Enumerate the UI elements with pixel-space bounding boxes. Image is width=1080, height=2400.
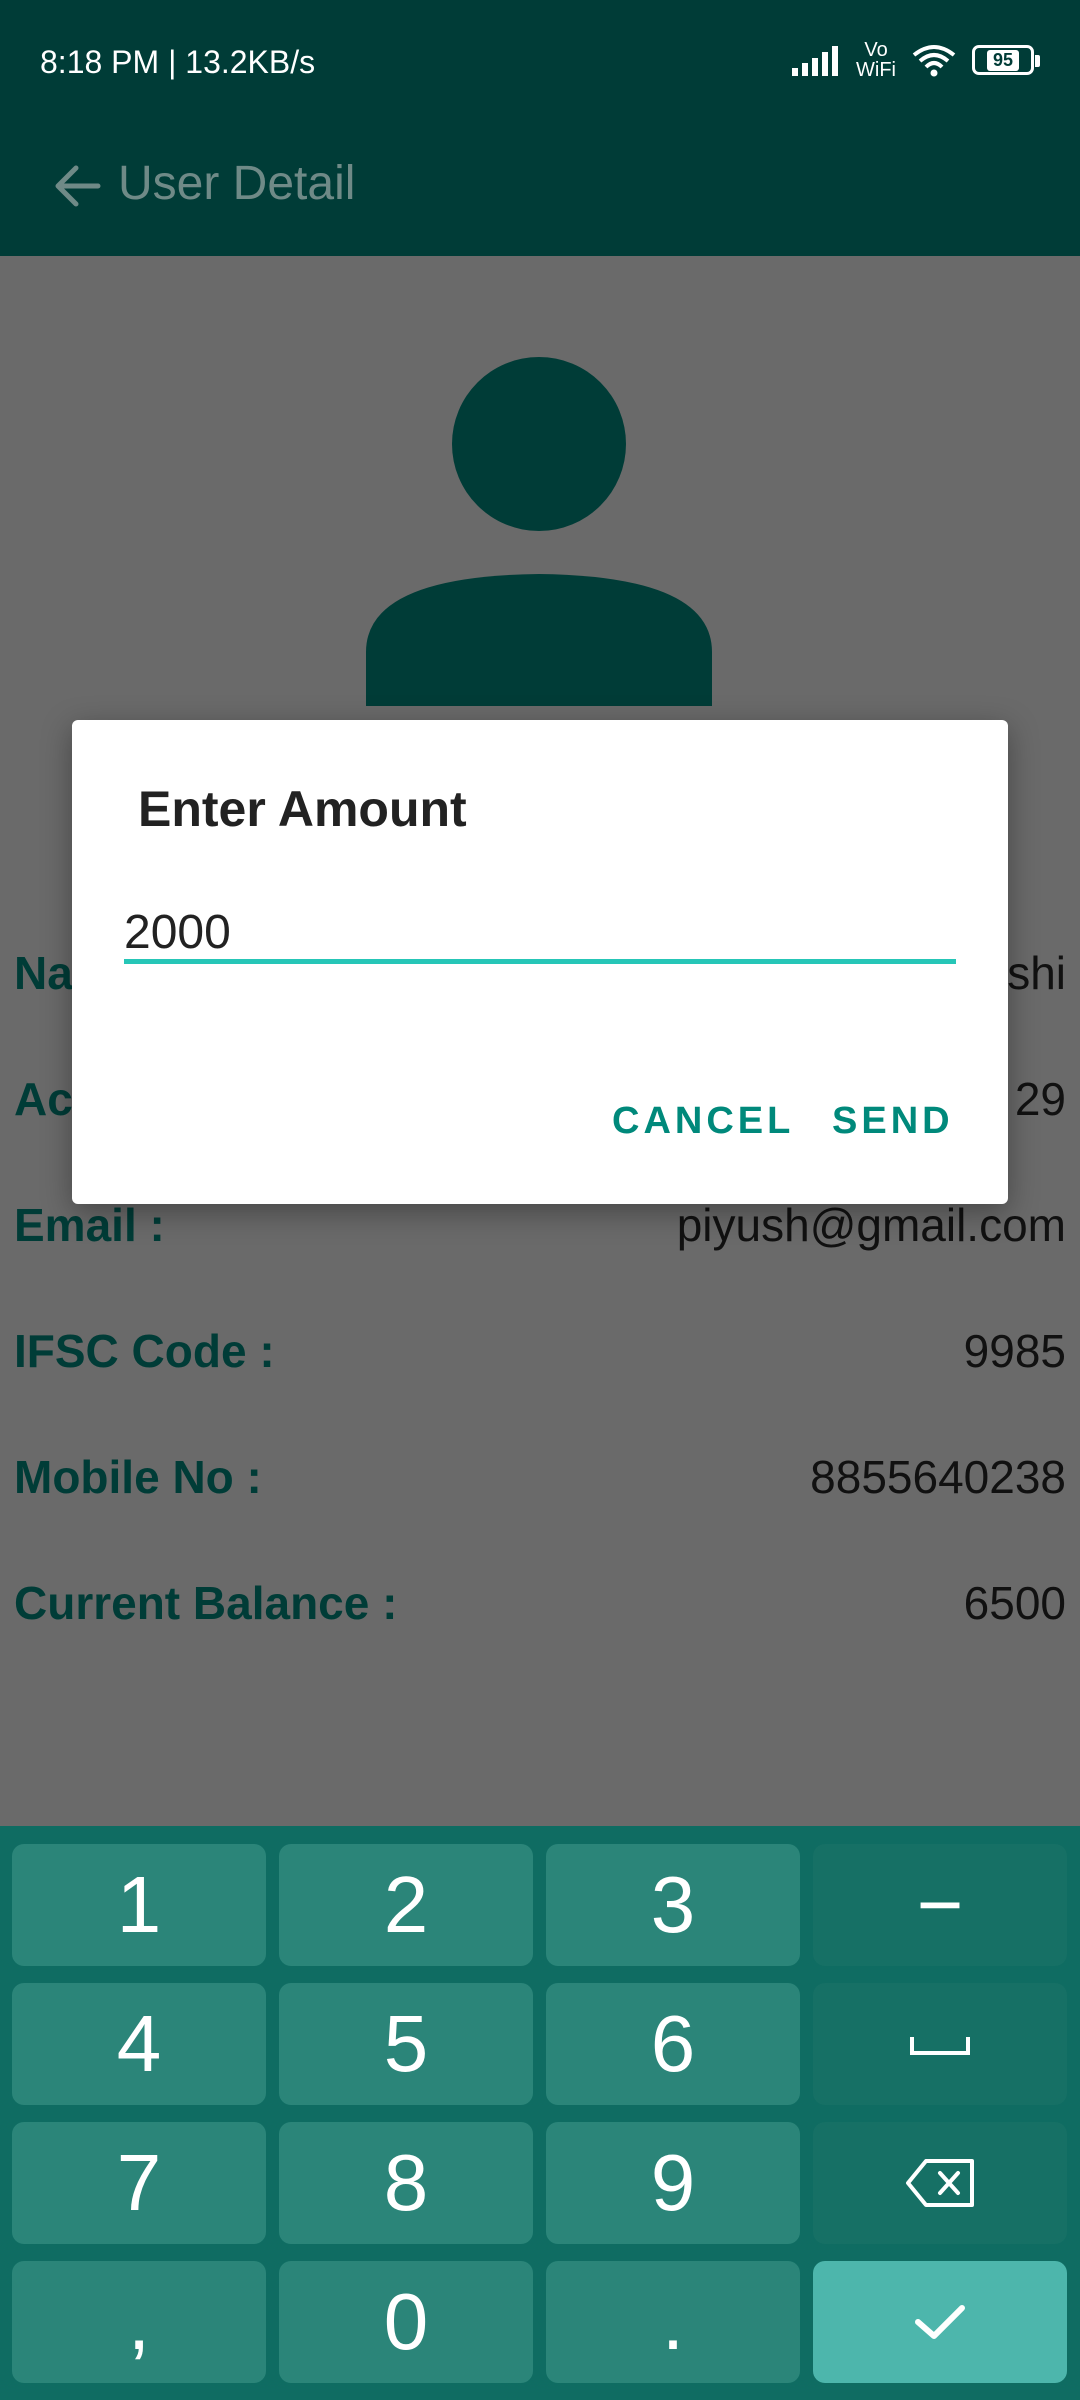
signal-icon bbox=[792, 46, 839, 76]
numeric-keyboard: 1 2 3 − 4 5 6 7 8 9 , 0 . bbox=[0, 1826, 1080, 2400]
key-backspace[interactable] bbox=[813, 2122, 1067, 2244]
detail-value: 6500 bbox=[963, 1577, 1066, 1629]
user-avatar-icon bbox=[366, 357, 712, 706]
key-1[interactable]: 1 bbox=[12, 1844, 266, 1966]
cancel-button[interactable]: CANCEL bbox=[612, 1100, 794, 1143]
key-2[interactable]: 2 bbox=[279, 1844, 533, 1966]
battery-icon: 95 bbox=[972, 45, 1040, 75]
key-4[interactable]: 4 bbox=[12, 1983, 266, 2105]
key-minus[interactable]: − bbox=[813, 1844, 1067, 1966]
key-5[interactable]: 5 bbox=[279, 1983, 533, 2105]
key-comma[interactable]: , bbox=[12, 2261, 266, 2383]
enter-amount-dialog: Enter Amount CANCEL SEND bbox=[72, 720, 1008, 1204]
detail-row-balance: Current Balance : 6500 bbox=[14, 1576, 1066, 1646]
vowifi-bottom: WiFi bbox=[856, 59, 896, 81]
key-7[interactable]: 7 bbox=[12, 2122, 266, 2244]
detail-row-email: Email : piyush@gmail.com bbox=[14, 1198, 1066, 1268]
detail-value: 29 bbox=[1014, 1073, 1066, 1125]
detail-label: Ac bbox=[14, 1073, 73, 1125]
send-button[interactable]: SEND bbox=[832, 1100, 954, 1143]
arrow-back-icon bbox=[55, 165, 101, 207]
key-0[interactable]: 0 bbox=[279, 2261, 533, 2383]
amount-input[interactable] bbox=[124, 906, 956, 964]
detail-label: Current Balance : bbox=[14, 1577, 398, 1629]
detail-label: Mobile No : bbox=[14, 1451, 262, 1503]
detail-value: 8855640238 bbox=[810, 1451, 1066, 1503]
detail-row-mobile: Mobile No : 8855640238 bbox=[14, 1450, 1066, 1520]
status-bar: 8:18 PM | 13.2KB/s Vo WiFi 95 bbox=[0, 0, 1080, 128]
space-icon bbox=[910, 2037, 970, 2055]
dialog-title: Enter Amount bbox=[138, 781, 467, 837]
detail-value: shi bbox=[1007, 947, 1066, 999]
key-6[interactable]: 6 bbox=[546, 1983, 800, 2105]
detail-label: Na bbox=[14, 947, 73, 999]
back-button[interactable] bbox=[50, 158, 106, 214]
check-icon bbox=[915, 2305, 965, 2339]
detail-row-ifsc: IFSC Code : 9985 bbox=[14, 1324, 1066, 1394]
detail-value: 9985 bbox=[963, 1325, 1066, 1377]
page-title: User Detail bbox=[118, 157, 356, 210]
detail-label: Email : bbox=[14, 1199, 165, 1251]
key-9[interactable]: 9 bbox=[546, 2122, 800, 2244]
wifi-icon bbox=[912, 45, 956, 77]
backspace-icon bbox=[906, 2159, 974, 2207]
detail-value: piyush@gmail.com bbox=[676, 1199, 1066, 1251]
key-period[interactable]: . bbox=[546, 2261, 800, 2383]
vowifi-top: Vo bbox=[864, 39, 888, 61]
key-3[interactable]: 3 bbox=[546, 1844, 800, 1966]
detail-label: IFSC Code : bbox=[14, 1325, 275, 1377]
key-8[interactable]: 8 bbox=[279, 2122, 533, 2244]
key-space[interactable] bbox=[813, 1983, 1067, 2105]
status-icons: Vo WiFi 95 bbox=[792, 40, 1040, 80]
status-time: 8:18 PM | 13.2KB/s bbox=[40, 44, 316, 80]
battery-level: 95 bbox=[986, 49, 1020, 71]
vowifi-indicator: Vo WiFi bbox=[856, 40, 896, 80]
key-done[interactable] bbox=[813, 2261, 1067, 2383]
app-toolbar: User Detail bbox=[0, 128, 1080, 256]
